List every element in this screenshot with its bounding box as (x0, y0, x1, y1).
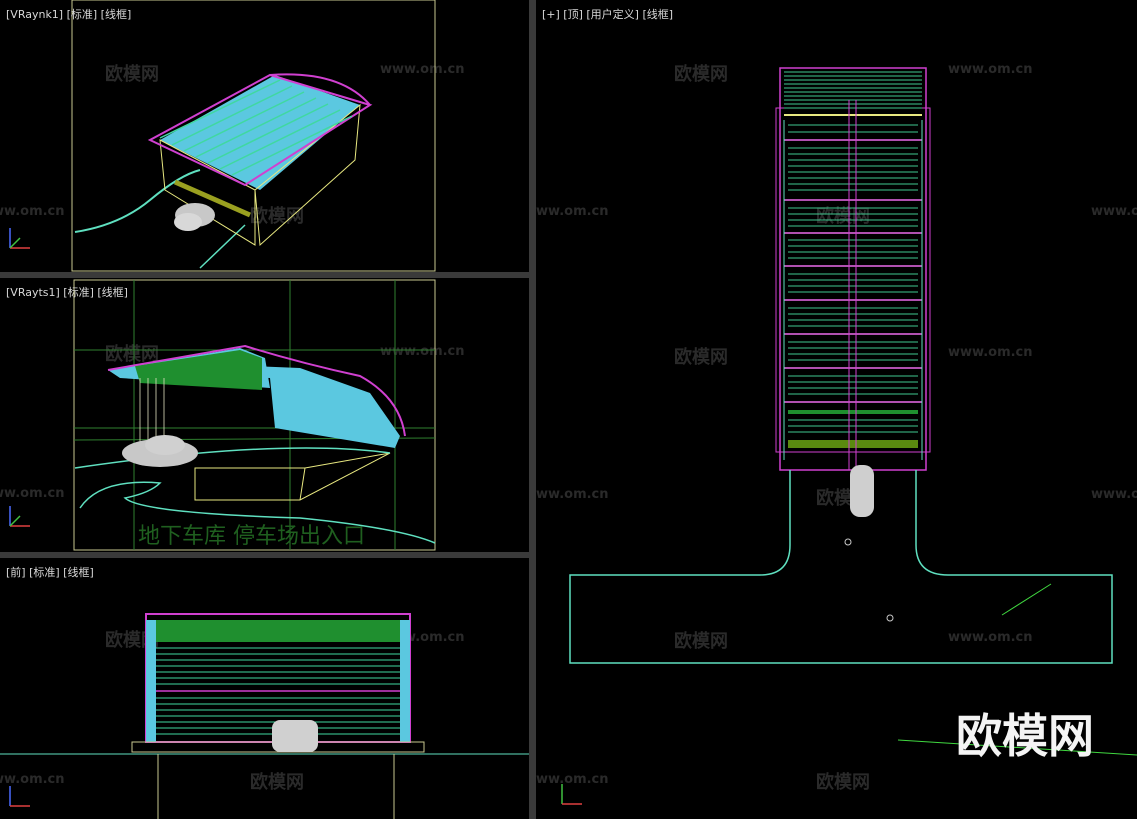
wireframe-perspective-1 (71, 0, 436, 272)
wireframe-perspective-2 (73, 279, 436, 551)
viewport-front[interactable]: [前] [标准] [线框] 欧模网 www.om.cn www.om.cn 欧模… (0, 558, 529, 819)
axis-gizmo-icon (9, 228, 30, 249)
axis-gizmo-icon (9, 506, 30, 527)
axis-gizmo-icon (9, 786, 30, 807)
viewport-divider-vertical[interactable] (529, 0, 536, 819)
axis-gizmo (556, 778, 596, 814)
viewport-vraynk[interactable]: [VRaynk1] [标准] [线框] 欧模网 www.om.cn www.om… (0, 0, 529, 272)
axis-gizmo-icon (561, 784, 582, 805)
axis-gizmo (4, 500, 44, 536)
watermark-brand-large: 欧模网 (956, 709, 1094, 763)
viewport-label[interactable]: [前] [标准] [线框] (6, 564, 94, 580)
viewport-top[interactable]: [+] [顶] [用户定义] [线框] 欧模网 www.om.cn www.om… (536, 0, 1137, 819)
axis-gizmo (4, 222, 44, 258)
wireframe-top (569, 67, 1137, 756)
viewport-label[interactable]: [VRaynk1] [标准] [线框] (6, 6, 131, 22)
scene-caption: 地下车库 停车场出入口 (138, 524, 365, 549)
wireframe-front (0, 613, 529, 819)
viewport-vrayts[interactable]: [VRayts1] [标准] [线框] 欧模网 www.om.cn www.om… (0, 278, 529, 552)
viewport-label[interactable]: [+] [顶] [用户定义] [线框] (542, 6, 673, 22)
axis-gizmo (4, 780, 44, 816)
viewport-label[interactable]: [VRayts1] [标准] [线框] (6, 284, 128, 300)
